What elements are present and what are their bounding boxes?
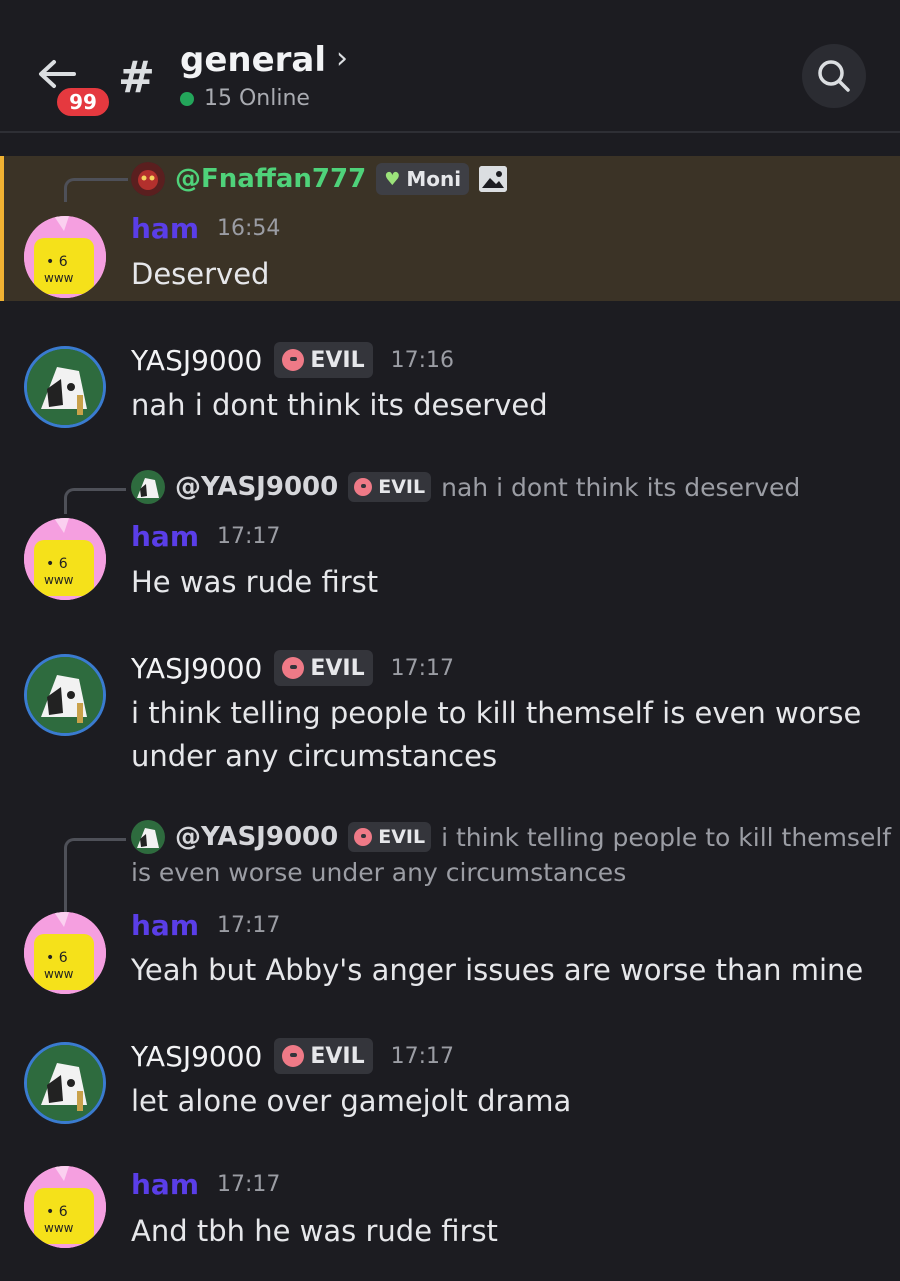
timestamp: 17:17 <box>217 913 281 938</box>
unread-badge: 99 <box>54 85 112 119</box>
search-icon <box>818 60 850 92</box>
reply-author-name[interactable]: @Fnaffan777 <box>175 164 366 194</box>
svg-text:www: www <box>44 271 74 285</box>
reply-avatar <box>131 470 165 504</box>
reply-connector <box>64 838 126 916</box>
message-text: nah i dont think its deserved <box>131 388 548 422</box>
chevron-right-icon: › <box>336 40 349 76</box>
server-tag-label: EVIL <box>378 826 426 848</box>
image-icon <box>479 166 508 192</box>
server-tag: EVIL <box>274 342 373 378</box>
avatar[interactable]: • 6 www <box>24 518 106 600</box>
svg-text:• 6: • 6 <box>46 1204 68 1220</box>
server-tag-label: EVIL <box>310 1043 365 1069</box>
avatar[interactable] <box>24 1042 106 1124</box>
message-item[interactable]: @YASJ9000 EVIL i think telling people to… <box>0 818 900 1008</box>
server-tag-label: EVIL <box>310 347 365 373</box>
author-name[interactable]: ham <box>131 909 199 942</box>
reply-preview: nah i dont think its deserved <box>441 472 801 502</box>
timestamp: 17:17 <box>390 655 455 681</box>
timestamp: 17:17 <box>217 524 281 549</box>
channel-header: 99 # general › 15 Online <box>0 0 900 133</box>
message-item[interactable]: YASJ9000 EVIL 17:17 let alone over gamej… <box>0 1026 900 1136</box>
reply-reference[interactable]: @YASJ9000 EVIL i think telling people to… <box>131 820 891 854</box>
reply-preview-line-2: is even worse under any circumstances <box>131 858 627 887</box>
online-count: 15 Online <box>204 86 310 111</box>
svg-text:• 6: • 6 <box>46 254 68 270</box>
avatar[interactable]: • 6 www <box>24 1166 106 1248</box>
author-name[interactable]: YASJ9000 <box>131 652 262 685</box>
server-tag-label: EVIL <box>310 655 365 681</box>
message-header: ham 16:54 <box>131 212 280 245</box>
hash-icon: # <box>118 52 155 103</box>
message-item[interactable]: YASJ9000 EVIL 17:17 i think telling peop… <box>0 638 900 788</box>
avatar[interactable] <box>24 654 106 736</box>
server-tag: EVIL <box>348 472 432 502</box>
skull-icon <box>282 1045 305 1067</box>
message-text-line-2: under any circumstances <box>131 739 498 773</box>
online-status: 15 Online <box>180 86 310 111</box>
svg-text:www: www <box>44 573 74 587</box>
message-text: Deserved <box>131 257 270 291</box>
author-name[interactable]: ham <box>131 212 199 245</box>
message-item[interactable]: YASJ9000 EVIL 17:16 nah i dont think its… <box>0 330 900 440</box>
message-header: ham 17:17 <box>131 520 280 553</box>
reply-author-name[interactable]: @YASJ9000 <box>175 822 338 852</box>
reply-preview-line-1: i think telling people to kill themself <box>441 822 892 852</box>
avatar[interactable]: • 6 www <box>24 216 106 298</box>
svg-text:• 6: • 6 <box>46 950 68 966</box>
avatar[interactable] <box>24 346 106 428</box>
timestamp: 16:54 <box>217 216 281 241</box>
skull-icon <box>282 349 305 371</box>
message-header: YASJ9000 EVIL 17:17 <box>131 650 454 686</box>
message-header: YASJ9000 EVIL 17:16 <box>131 342 454 378</box>
timestamp: 17:16 <box>390 347 455 373</box>
author-name[interactable]: ham <box>131 520 199 553</box>
message-text-line-1: i think telling people to kill themself … <box>131 696 862 730</box>
channel-name: general <box>180 40 327 80</box>
reply-author-name[interactable]: @YASJ9000 <box>175 472 338 502</box>
message-text: let alone over gamejolt drama <box>131 1084 572 1118</box>
author-name[interactable]: ham <box>131 1168 199 1201</box>
server-tag: EVIL <box>274 650 373 686</box>
message-header: ham 17:17 <box>131 1168 280 1201</box>
message-text: And tbh he was rude first <box>131 1214 498 1248</box>
reply-avatar <box>131 162 165 196</box>
timestamp: 17:17 <box>217 1172 281 1197</box>
server-tag-label: Moni <box>406 167 462 191</box>
skull-icon <box>354 828 373 846</box>
message-item[interactable]: @Fnaffan777 ♥ Moni • 6 www ham 16:54 Dese… <box>0 156 900 301</box>
search-button[interactable] <box>802 44 866 108</box>
reply-connector <box>64 488 126 514</box>
reply-connector <box>64 178 128 202</box>
server-tag: ♥ Moni <box>376 163 470 195</box>
server-tag-label: EVIL <box>378 476 426 498</box>
online-dot-icon <box>180 91 194 106</box>
svg-text:• 6: • 6 <box>46 556 68 572</box>
skull-icon <box>282 657 305 679</box>
avatar[interactable]: • 6 www <box>24 912 106 994</box>
skull-icon <box>354 478 373 496</box>
server-tag: EVIL <box>274 1038 373 1074</box>
timestamp: 17:17 <box>390 1043 455 1069</box>
reply-reference[interactable]: @Fnaffan777 ♥ Moni <box>131 162 508 196</box>
message-text: Yeah but Abby's anger issues are worse t… <box>131 953 864 987</box>
message-item[interactable]: @YASJ9000 EVIL nah i dont think its dese… <box>0 468 900 608</box>
author-name[interactable]: YASJ9000 <box>131 344 262 377</box>
channel-title-button[interactable]: general › <box>180 38 348 82</box>
message-text: He was rude first <box>131 565 379 599</box>
message-header: YASJ9000 EVIL 17:17 <box>131 1038 454 1074</box>
server-tag: EVIL <box>348 822 432 852</box>
svg-text:www: www <box>44 967 74 981</box>
svg-text:www: www <box>44 1221 74 1235</box>
reply-reference[interactable]: @YASJ9000 EVIL nah i dont think its dese… <box>131 470 800 504</box>
reply-avatar <box>131 820 165 854</box>
message-header: ham 17:17 <box>131 909 280 942</box>
heart-icon: ♥ <box>384 168 401 190</box>
message-item[interactable]: • 6 www ham 17:17 And tbh he was rude fir… <box>0 1160 900 1270</box>
author-name[interactable]: YASJ9000 <box>131 1040 262 1073</box>
